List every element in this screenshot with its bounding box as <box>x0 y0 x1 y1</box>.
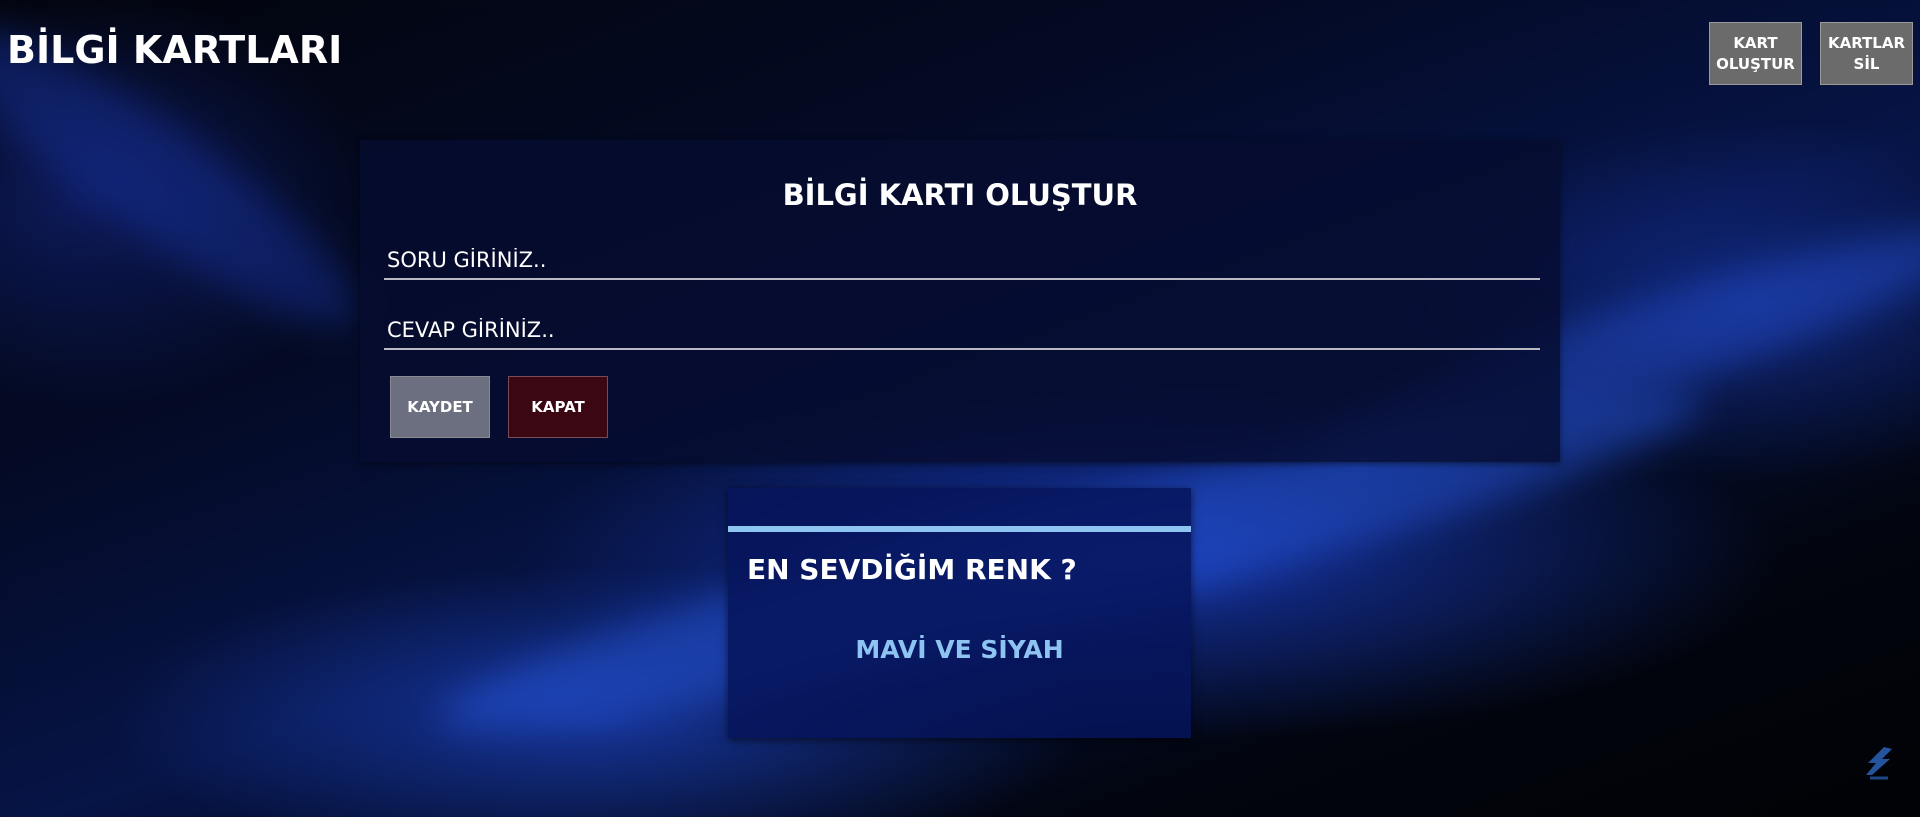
card-answer: MAVİ VE SİYAH <box>855 635 1064 664</box>
question-input[interactable] <box>384 242 1540 280</box>
form-title: BİLGİ KARTI OLUŞTUR <box>782 178 1138 212</box>
stylized-s-logo-icon <box>1866 747 1892 780</box>
create-card-button[interactable]: KART OLUŞTUR <box>1709 22 1802 85</box>
card-question: EN SEVDİĞİM RENK ? <box>747 553 1077 586</box>
create-card-form: BİLGİ KARTI OLUŞTUR KAYDET KAPAT <box>360 140 1560 462</box>
card-accent-bar <box>728 526 1191 532</box>
answer-input[interactable] <box>384 312 1540 350</box>
save-button[interactable]: KAYDET <box>390 376 490 438</box>
flash-card[interactable]: EN SEVDİĞİM RENK ? MAVİ VE SİYAH <box>728 488 1191 738</box>
close-button[interactable]: KAPAT <box>508 376 608 438</box>
delete-cards-button[interactable]: KARTLAR SİL <box>1820 22 1913 85</box>
app-title: BİLGİ KARTLARI <box>7 28 343 72</box>
